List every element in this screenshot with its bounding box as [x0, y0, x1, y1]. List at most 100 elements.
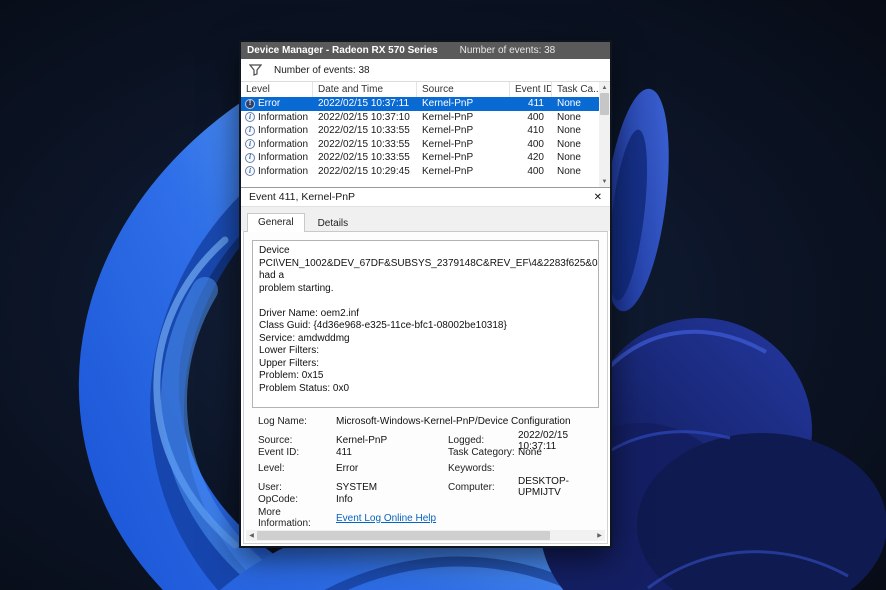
desktop: Device Manager - Radeon RX 570 Series Nu…: [0, 0, 886, 590]
column-header-date-time[interactable]: Date and Time: [313, 82, 417, 97]
event-row[interactable]: i Information 2022/02/15 10:33:55 Kernel…: [241, 138, 599, 152]
field-row: Level: Error Keywords:: [244, 461, 607, 477]
scroll-right-icon[interactable]: ▶: [594, 530, 605, 541]
tab-general[interactable]: General: [247, 213, 305, 232]
task-category-cell: None: [552, 139, 599, 150]
field-row: Event ID: 411 Task Category: None: [244, 445, 607, 461]
table-header-row: Level Date and Time Source Event ID Task…: [241, 82, 599, 97]
field-label-event-id: Event ID:: [258, 447, 336, 458]
field-row: User: SYSTEM Computer: DESKTOP-UPMIJTV: [244, 476, 607, 492]
field-value-source: Kernel-PnP: [336, 435, 448, 446]
event-row[interactable]: i Information 2022/02/15 10:33:55 Kernel…: [241, 124, 599, 138]
event-table: Level Date and Time Source Event ID Task…: [241, 82, 610, 187]
field-value-opcode: Info: [336, 494, 448, 505]
scroll-up-icon[interactable]: ▲: [599, 82, 610, 93]
level-cell: Information: [258, 112, 308, 123]
field-label-source: Source:: [258, 435, 336, 446]
event-properties-window: Device Manager - Radeon RX 570 Series Nu…: [239, 40, 612, 548]
field-value-computer: DESKTOP-UPMIJTV: [518, 476, 607, 498]
event-message-box[interactable]: Device PCI\VEN_1002&DEV_67DF&SUBSYS_2379…: [252, 240, 599, 408]
event-id-cell: 410: [510, 125, 552, 136]
task-category-cell: None: [552, 125, 599, 136]
level-cell: Information: [258, 125, 308, 136]
event-id-cell: 400: [510, 112, 552, 123]
information-icon: i: [245, 166, 255, 176]
event-id-cell: 400: [510, 166, 552, 177]
filter-icon[interactable]: [249, 64, 262, 76]
field-label-more-information: More Information:: [258, 507, 336, 529]
datetime-cell: 2022/02/15 10:33:55: [313, 139, 417, 150]
datetime-cell: 2022/02/15 10:37:10: [313, 112, 417, 123]
field-value-level: Error: [336, 463, 448, 474]
scroll-down-icon[interactable]: ▼: [599, 176, 610, 187]
information-icon: i: [245, 153, 255, 163]
task-category-cell: None: [552, 98, 599, 109]
event-row[interactable]: ! Error 2022/02/15 10:37:11 Kernel-PnP 4…: [241, 97, 599, 111]
field-label-keywords: Keywords:: [448, 463, 518, 474]
field-value-task-category: None: [518, 447, 607, 458]
window-title-status: Number of events: 38: [460, 45, 556, 56]
general-tab-content: Device PCI\VEN_1002&DEV_67DF&SUBSYS_2379…: [243, 231, 608, 544]
datetime-cell: 2022/02/15 10:33:55: [313, 125, 417, 136]
event-row[interactable]: i Information 2022/02/15 10:37:10 Kernel…: [241, 111, 599, 125]
source-cell: Kernel-PnP: [417, 152, 510, 163]
scroll-left-icon[interactable]: ◀: [246, 530, 257, 541]
field-label-level: Level:: [258, 463, 336, 474]
field-label-logged: Logged:: [448, 435, 518, 446]
field-value-user: SYSTEM: [336, 482, 448, 493]
field-label-log-name: Log Name:: [258, 416, 336, 427]
error-icon: !: [245, 99, 255, 109]
tab-strip: General Details: [241, 207, 610, 231]
datetime-cell: 2022/02/15 10:33:55: [313, 152, 417, 163]
field-label-computer: Computer:: [448, 482, 518, 493]
source-cell: Kernel-PnP: [417, 98, 510, 109]
event-panel-header: Event 411, Kernel-PnP ✕: [241, 187, 610, 207]
event-panel-title: Event 411, Kernel-PnP: [249, 191, 355, 203]
task-category-cell: None: [552, 152, 599, 163]
event-id-cell: 420: [510, 152, 552, 163]
event-log-online-help-link[interactable]: Event Log Online Help: [336, 513, 436, 524]
field-label-user: User:: [258, 482, 336, 493]
window-title: Device Manager - Radeon RX 570 Series: [247, 45, 438, 56]
level-cell: Error: [258, 98, 280, 109]
table-vertical-scrollbar[interactable]: ▲ ▼: [599, 82, 610, 187]
task-category-cell: None: [552, 112, 599, 123]
horizontal-scrollbar[interactable]: ◀ ▶: [246, 530, 605, 541]
level-cell: Information: [258, 152, 308, 163]
event-id-cell: 400: [510, 139, 552, 150]
source-cell: Kernel-PnP: [417, 112, 510, 123]
events-toolbar: Number of events: 38: [241, 59, 610, 82]
field-label-opcode: OpCode:: [258, 494, 336, 505]
information-icon: i: [245, 139, 255, 149]
field-label-task-category: Task Category:: [448, 447, 518, 458]
source-cell: Kernel-PnP: [417, 166, 510, 177]
source-cell: Kernel-PnP: [417, 139, 510, 150]
column-header-event-id[interactable]: Event ID: [510, 82, 552, 97]
event-fields: Log Name: Microsoft-Windows-Kernel-PnP/D…: [244, 414, 607, 523]
datetime-cell: 2022/02/15 10:29:45: [313, 166, 417, 177]
event-id-cell: 411: [510, 98, 552, 109]
field-value-event-id: 411: [336, 447, 448, 458]
column-header-task-category[interactable]: Task Ca...: [552, 82, 599, 97]
level-cell: Information: [258, 139, 308, 150]
field-value-log-name: Microsoft-Windows-Kernel-PnP/Device Conf…: [336, 416, 607, 427]
tab-details[interactable]: Details: [307, 214, 360, 232]
information-icon: i: [245, 126, 255, 136]
datetime-cell: 2022/02/15 10:37:11: [313, 98, 417, 109]
source-cell: Kernel-PnP: [417, 125, 510, 136]
events-count-label: Number of events: 38: [274, 65, 370, 76]
event-row[interactable]: i Information 2022/02/15 10:33:55 Kernel…: [241, 151, 599, 165]
column-header-level[interactable]: Level: [241, 82, 313, 97]
information-icon: i: [245, 112, 255, 122]
field-row: More Information: Event Log Online Help: [244, 507, 607, 523]
close-icon[interactable]: ✕: [594, 192, 602, 203]
titlebar[interactable]: Device Manager - Radeon RX 570 Series Nu…: [241, 42, 610, 59]
field-row: Log Name: Microsoft-Windows-Kernel-PnP/D…: [244, 414, 607, 430]
field-row: Source: Kernel-PnP Logged: 2022/02/15 10…: [244, 430, 607, 446]
vertical-scrollbar-thumb[interactable]: [600, 93, 609, 115]
column-header-source[interactable]: Source: [417, 82, 510, 97]
event-row[interactable]: i Information 2022/02/15 10:29:45 Kernel…: [241, 165, 599, 179]
level-cell: Information: [258, 166, 308, 177]
horizontal-scrollbar-thumb[interactable]: [257, 531, 550, 540]
task-category-cell: None: [552, 166, 599, 177]
